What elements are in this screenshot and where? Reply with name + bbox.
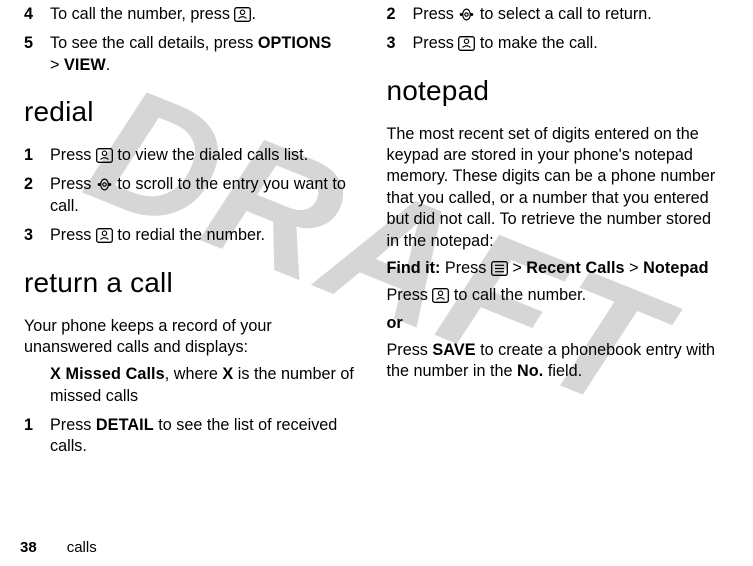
notepad-paragraph: The most recent set of digits entered on…: [387, 124, 722, 252]
right-column: 2 Press to select a call to return. 3 Pr…: [387, 4, 722, 536]
redial-step-2: 2 Press to scroll to the entry you want …: [24, 174, 359, 217]
text-fragment: Press: [440, 259, 490, 277]
return-step-1: 1 Press DETAIL to see the list of receiv…: [24, 415, 359, 458]
text-fragment: .: [251, 5, 256, 23]
view-menu-label: VIEW: [64, 56, 106, 74]
notepad-heading: notepad: [387, 73, 722, 110]
recent-calls-menu-label: Recent Calls: [526, 259, 624, 277]
send-key-icon: [96, 228, 113, 243]
notepad-call-line: Press to call the number.: [387, 285, 722, 306]
find-it-label: Find it:: [387, 259, 441, 277]
step-text: Press to view the dialed calls list.: [50, 145, 359, 166]
page-content: 4 To call the number, press . 5 To see t…: [0, 0, 753, 536]
no-field-label: No.: [517, 362, 543, 380]
redial-step-1: 1 Press to view the dialed calls list.: [24, 145, 359, 166]
text-fragment: To see the call details, press: [50, 34, 258, 52]
send-key-icon: [458, 36, 475, 51]
gt-symbol: >: [512, 259, 521, 277]
notepad-menu-label: Notepad: [643, 259, 708, 277]
step-text: Press to make the call.: [413, 33, 722, 54]
text-fragment: To call the number, press: [50, 5, 234, 23]
x-placeholder: X: [222, 365, 233, 383]
redial-heading: redial: [24, 94, 359, 131]
save-softkey-label: SAVE: [432, 341, 475, 359]
step-text: To call the number, press .: [50, 4, 359, 25]
step-text: Press to scroll to the entry you want to…: [50, 174, 359, 217]
step-text: Press to select a call to return.: [413, 4, 722, 25]
gt-symbol: >: [629, 259, 638, 277]
step-number: 1: [24, 145, 50, 166]
missed-calls-label: X Missed Calls: [50, 365, 165, 383]
find-it-line: Find it: Press > Recent Calls > Notepad: [387, 258, 722, 279]
text-fragment: .: [106, 56, 111, 74]
page-number: 38: [20, 539, 37, 556]
send-key-icon: [432, 288, 449, 303]
text-fragment: Press: [50, 175, 96, 193]
or-label: or: [387, 313, 722, 334]
text-fragment: Press: [387, 286, 433, 304]
step-number: 4: [24, 4, 50, 25]
text-fragment: to view the dialed calls list.: [113, 146, 308, 164]
text-fragment: Press: [50, 416, 96, 434]
text-fragment: , where: [165, 365, 223, 383]
options-softkey-label: OPTIONS: [258, 34, 332, 52]
menu-key-icon: [491, 261, 508, 276]
step-5: 5 To see the call details, press OPTIONS…: [24, 33, 359, 76]
page-footer: 38 calls: [20, 539, 97, 556]
send-key-icon: [234, 7, 251, 22]
step-number: 2: [387, 4, 413, 25]
step-number: 3: [387, 33, 413, 54]
step-number: 2: [24, 174, 50, 195]
nav-key-icon: [458, 7, 475, 22]
text-fragment: Press: [387, 341, 433, 359]
text-fragment: to call the number.: [449, 286, 586, 304]
return-step-2: 2 Press to select a call to return.: [387, 4, 722, 25]
step-number: 1: [24, 415, 50, 436]
gt-symbol: >: [50, 56, 59, 74]
step-4: 4 To call the number, press .: [24, 4, 359, 25]
text-fragment: to redial the number.: [113, 226, 265, 244]
redial-step-3: 3 Press to redial the number.: [24, 225, 359, 246]
detail-softkey-label: DETAIL: [96, 416, 154, 434]
step-text: To see the call details, press OPTIONS >…: [50, 33, 359, 76]
missed-calls-line: X Missed Calls, where X is the number of…: [50, 364, 359, 407]
step-number: 3: [24, 225, 50, 246]
save-line: Press SAVE to create a phonebook entry w…: [387, 340, 722, 383]
text-fragment: Press: [50, 226, 96, 244]
nav-key-icon: [96, 177, 113, 192]
left-column: 4 To call the number, press . 5 To see t…: [24, 4, 359, 536]
text-fragment: Press: [50, 146, 96, 164]
step-number: 5: [24, 33, 50, 54]
step-text: Press DETAIL to see the list of received…: [50, 415, 359, 458]
step-text: Press to redial the number.: [50, 225, 359, 246]
return-call-heading: return a call: [24, 265, 359, 302]
return-step-3: 3 Press to make the call.: [387, 33, 722, 54]
text-fragment: field.: [543, 362, 582, 380]
text-fragment: to make the call.: [475, 34, 597, 52]
text-fragment: to select a call to return.: [475, 5, 651, 23]
text-fragment: Press: [413, 34, 459, 52]
text-fragment: Press: [413, 5, 459, 23]
send-key-icon: [96, 148, 113, 163]
section-name: calls: [67, 539, 97, 556]
return-call-paragraph: Your phone keeps a record of your unansw…: [24, 316, 359, 359]
